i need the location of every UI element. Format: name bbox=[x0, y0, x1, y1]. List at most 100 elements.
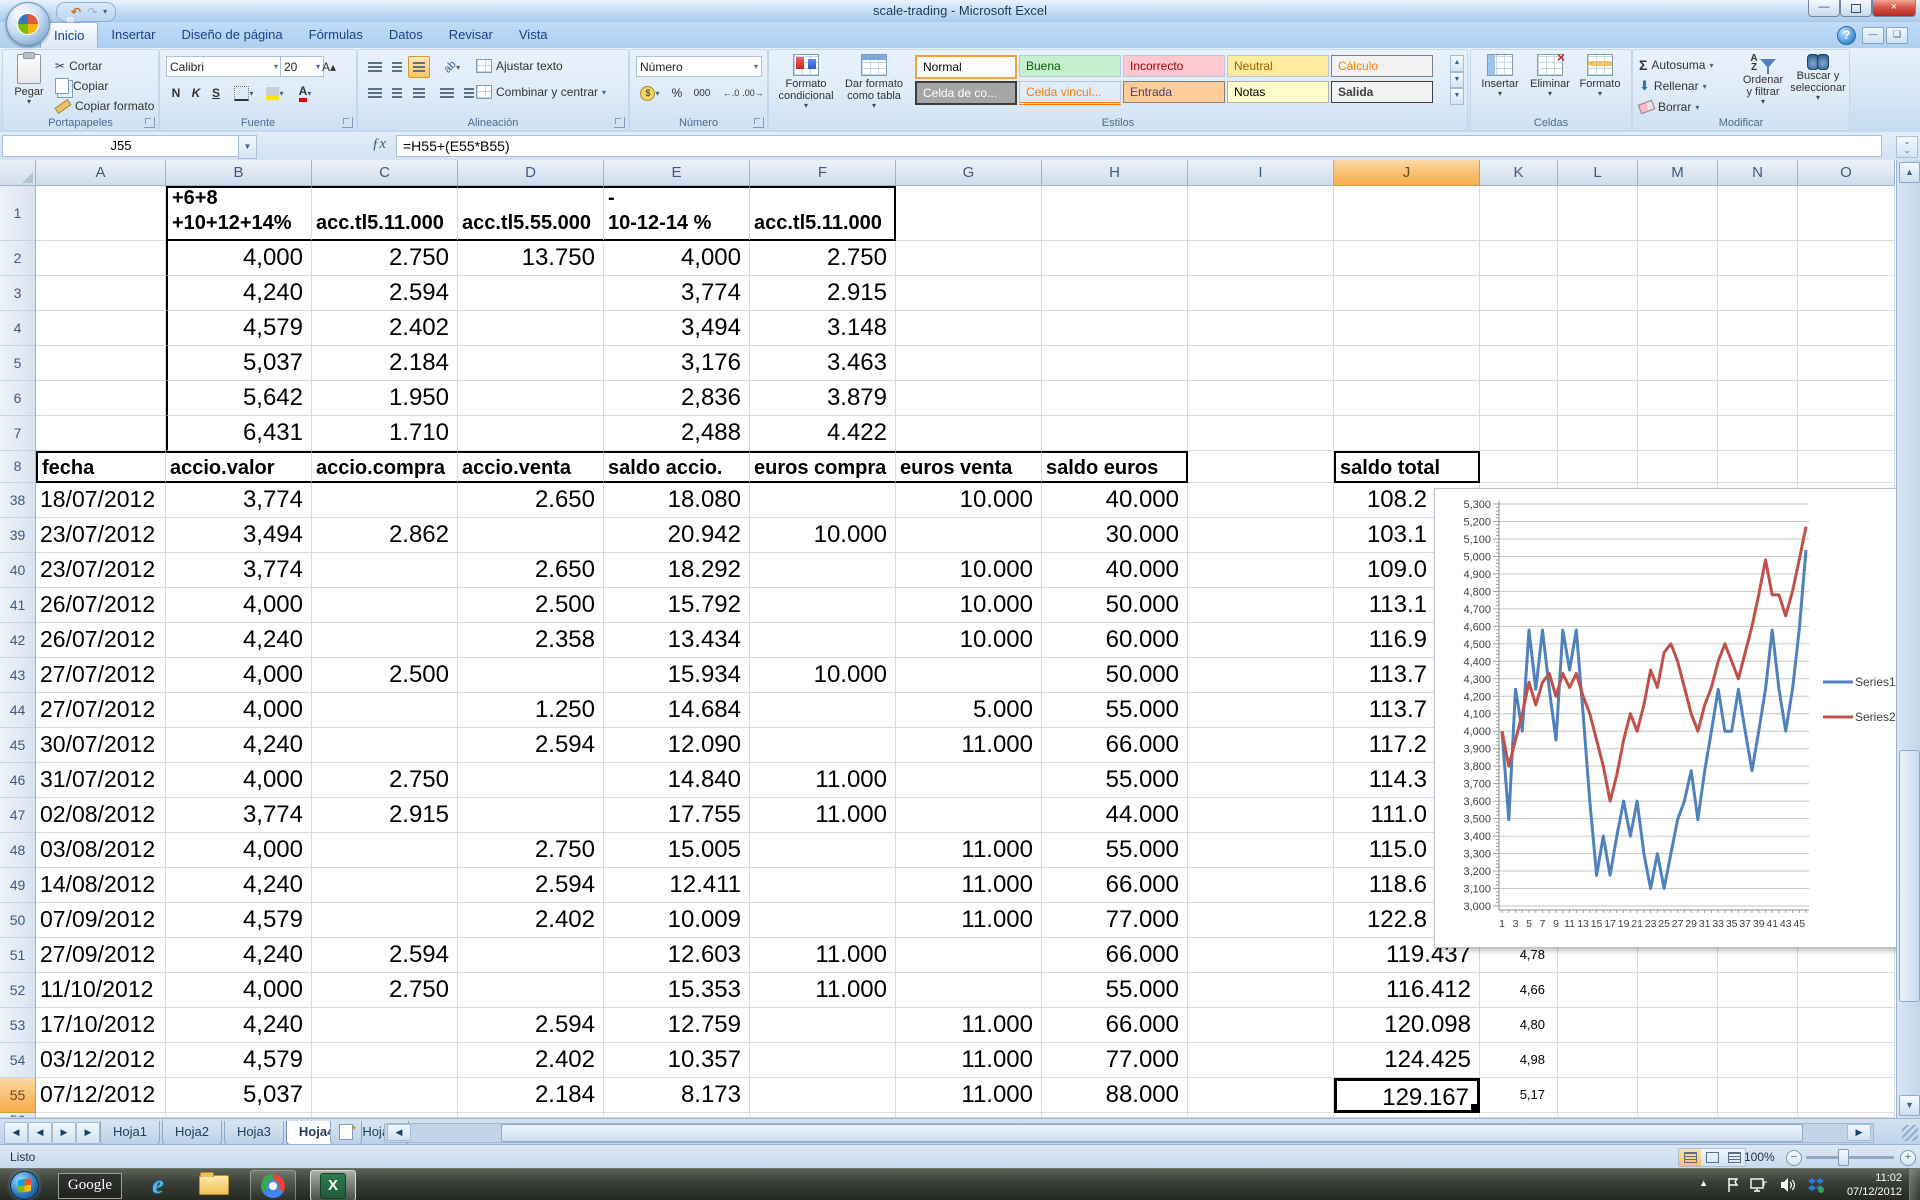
font-size-select[interactable]: 20▾ bbox=[280, 56, 324, 77]
cell-H54[interactable]: 77.000 bbox=[1042, 1043, 1188, 1078]
show-desktop-button[interactable] bbox=[1909, 1169, 1920, 1200]
cell-E50[interactable]: 10.009 bbox=[604, 903, 750, 938]
cell-B54[interactable]: 4,579 bbox=[166, 1043, 312, 1078]
cell-J5[interactable] bbox=[1334, 346, 1480, 381]
zoom-out-icon[interactable]: − bbox=[1786, 1150, 1802, 1166]
cell-F48[interactable] bbox=[750, 833, 896, 868]
first-sheet-icon[interactable]: ◀ bbox=[4, 1122, 28, 1144]
cell-I44[interactable] bbox=[1188, 693, 1334, 728]
cell-F6[interactable]: 3.879 bbox=[750, 381, 896, 416]
cell-K54[interactable]: 4,98 bbox=[1480, 1043, 1558, 1078]
cell-J52[interactable]: 116.412 bbox=[1334, 973, 1480, 1008]
column-header-O[interactable]: O bbox=[1798, 160, 1895, 186]
row-header-52[interactable]: 52 bbox=[0, 973, 36, 1008]
cell-I52[interactable] bbox=[1188, 973, 1334, 1008]
cell-D2[interactable]: 13.750 bbox=[458, 241, 604, 276]
cell-D51[interactable] bbox=[458, 938, 604, 973]
column-header-F[interactable]: F bbox=[750, 160, 896, 186]
cell-F43[interactable]: 10.000 bbox=[750, 658, 896, 693]
cell-C39[interactable]: 2.862 bbox=[312, 518, 458, 553]
scroll-left-icon[interactable]: ◀ bbox=[387, 1124, 411, 1141]
cell-B6[interactable]: 5,642 bbox=[166, 381, 312, 416]
cell-D7[interactable] bbox=[458, 416, 604, 451]
cell-J2[interactable] bbox=[1334, 241, 1480, 276]
cell-L7[interactable] bbox=[1558, 416, 1638, 451]
ribbon-tab-vista[interactable]: Vista bbox=[506, 22, 561, 48]
vertical-scroll-thumb[interactable] bbox=[1899, 750, 1920, 1002]
cell-F3[interactable]: 2.915 bbox=[750, 276, 896, 311]
cell-D39[interactable] bbox=[458, 518, 604, 553]
accounting-format-icon[interactable]: $▾ bbox=[636, 82, 664, 104]
cell-O4[interactable] bbox=[1798, 311, 1895, 346]
last-sheet-icon[interactable]: ▶ bbox=[76, 1122, 100, 1144]
dialog-launcher-icon[interactable] bbox=[342, 117, 353, 128]
insert-function-icon[interactable]: ƒx bbox=[366, 136, 392, 156]
cell-H5[interactable] bbox=[1042, 346, 1188, 381]
cell-N8[interactable] bbox=[1718, 451, 1798, 483]
sheet-tab-hoja1[interactable]: Hoja1 bbox=[100, 1121, 160, 1145]
row-header-7[interactable]: 7 bbox=[0, 416, 36, 451]
cell-D45[interactable]: 2.594 bbox=[458, 728, 604, 763]
cell-A49[interactable]: 14/08/2012 bbox=[36, 868, 166, 903]
cell-B50[interactable]: 4,579 bbox=[166, 903, 312, 938]
cell-A42[interactable]: 26/07/2012 bbox=[36, 623, 166, 658]
cell-D49[interactable]: 2.594 bbox=[458, 868, 604, 903]
cell-F40[interactable] bbox=[750, 553, 896, 588]
cell-D38[interactable]: 2.650 bbox=[458, 483, 604, 518]
cell-A41[interactable]: 26/07/2012 bbox=[36, 588, 166, 623]
cell-K4[interactable] bbox=[1480, 311, 1558, 346]
cell-B51[interactable]: 4,240 bbox=[166, 938, 312, 973]
cell-E42[interactable]: 13.434 bbox=[604, 623, 750, 658]
cell-K55[interactable]: 5,17 bbox=[1480, 1078, 1558, 1113]
cell-A47[interactable]: 02/08/2012 bbox=[36, 798, 166, 833]
cell-F49[interactable] bbox=[750, 868, 896, 903]
increase-decimal-icon[interactable]: ←.0 bbox=[720, 82, 742, 104]
align-bottom-icon[interactable] bbox=[408, 56, 430, 78]
explorer-icon[interactable] bbox=[196, 1172, 232, 1198]
cell-O2[interactable] bbox=[1798, 241, 1895, 276]
style-check[interactable]: Celda de co... bbox=[915, 81, 1017, 105]
start-button[interactable] bbox=[10, 1171, 39, 1200]
comma-style-button[interactable]: 000 bbox=[688, 82, 716, 104]
cell-A44[interactable]: 27/07/2012 bbox=[36, 693, 166, 728]
cell-L54[interactable] bbox=[1558, 1043, 1638, 1078]
increase-font-icon[interactable]: A▴ bbox=[320, 56, 338, 78]
cell-D43[interactable] bbox=[458, 658, 604, 693]
cell-L55[interactable] bbox=[1558, 1078, 1638, 1113]
cell-F44[interactable] bbox=[750, 693, 896, 728]
cell-F47[interactable]: 11.000 bbox=[750, 798, 896, 833]
gallery-down-icon[interactable]: ▼ bbox=[1450, 72, 1464, 89]
cell-O6[interactable] bbox=[1798, 381, 1895, 416]
align-center-icon[interactable] bbox=[386, 82, 408, 104]
cell-G48[interactable]: 11.000 bbox=[896, 833, 1042, 868]
cell-F53[interactable] bbox=[750, 1008, 896, 1043]
column-header-I[interactable]: I bbox=[1188, 160, 1334, 186]
cell-F2[interactable]: 2.750 bbox=[750, 241, 896, 276]
cell-F51[interactable]: 11.000 bbox=[750, 938, 896, 973]
row-header-6[interactable]: 6 bbox=[0, 381, 36, 416]
row-header-46[interactable]: 46 bbox=[0, 763, 36, 798]
cell-I46[interactable] bbox=[1188, 763, 1334, 798]
gallery-more-icon[interactable]: ▼ bbox=[1450, 88, 1464, 105]
cell-E48[interactable]: 15.005 bbox=[604, 833, 750, 868]
cell-H40[interactable]: 40.000 bbox=[1042, 553, 1188, 588]
sort-filter-button[interactable]: AZ Ordenar y filtrar ▾ bbox=[1737, 54, 1789, 105]
cell-C4[interactable]: 2.402 bbox=[312, 311, 458, 346]
cell-G6[interactable] bbox=[896, 381, 1042, 416]
italic-button[interactable]: K bbox=[186, 82, 206, 104]
autosum-button[interactable]: ΣAutosuma▾ bbox=[1639, 55, 1713, 75]
cell-I47[interactable] bbox=[1188, 798, 1334, 833]
cell-A2[interactable] bbox=[36, 241, 166, 276]
cell-G43[interactable] bbox=[896, 658, 1042, 693]
cell-G54[interactable]: 11.000 bbox=[896, 1043, 1042, 1078]
cell-N1[interactable] bbox=[1718, 186, 1798, 241]
cell-I3[interactable] bbox=[1188, 276, 1334, 311]
cell-D46[interactable] bbox=[458, 763, 604, 798]
cell-G39[interactable] bbox=[896, 518, 1042, 553]
cell-A45[interactable]: 30/07/2012 bbox=[36, 728, 166, 763]
cell-J1[interactable] bbox=[1334, 186, 1480, 241]
cell-D41[interactable]: 2.500 bbox=[458, 588, 604, 623]
cell-B8[interactable]: accio.valor bbox=[166, 451, 312, 483]
cell-E38[interactable]: 18.080 bbox=[604, 483, 750, 518]
cell-D1[interactable]: acc.tl5.55.000 bbox=[458, 186, 604, 241]
